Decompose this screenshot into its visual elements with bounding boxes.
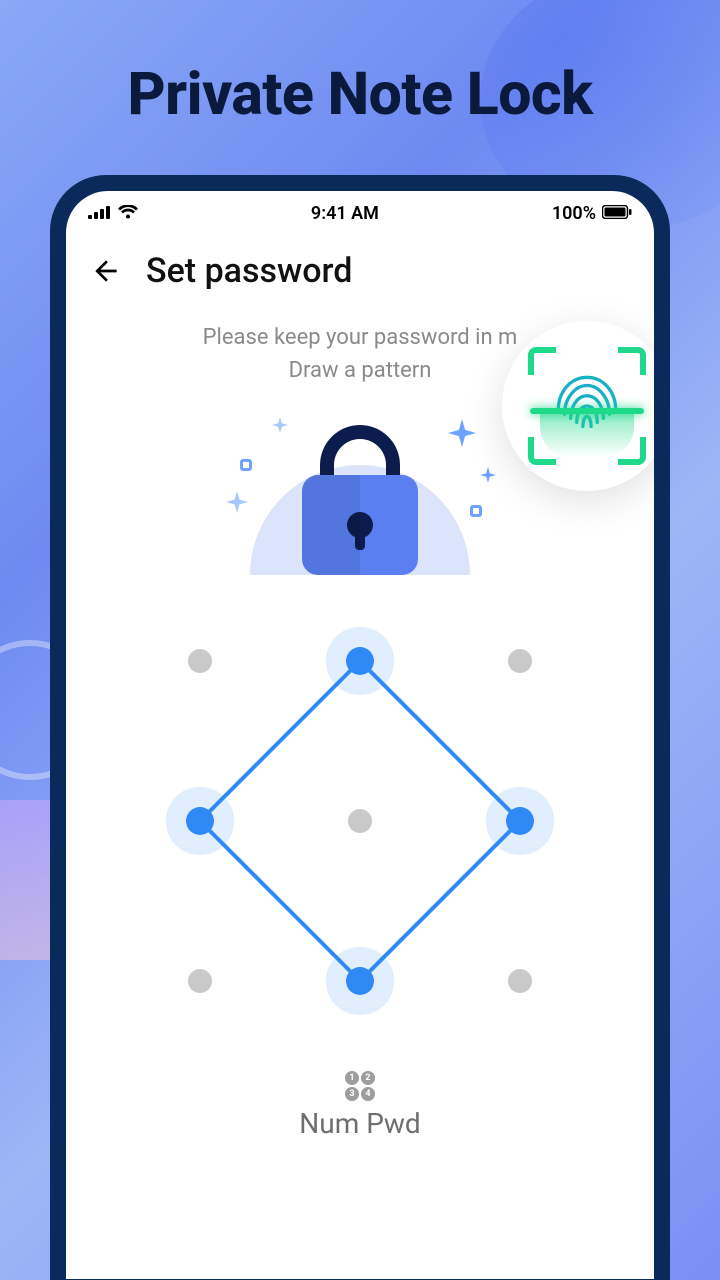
status-bar: 9:41 AM 100% (66, 191, 654, 235)
numpad-icon: 1234 (345, 1071, 375, 1101)
pattern-node[interactable] (188, 649, 212, 673)
status-time: 9:41 AM (311, 203, 379, 224)
wifi-icon (118, 203, 138, 224)
fingerprint-button[interactable] (502, 321, 654, 491)
pattern-lock[interactable] (170, 631, 550, 1011)
promo-headline: Private Note Lock (0, 60, 720, 129)
battery-percent: 100% (552, 203, 596, 224)
pattern-node[interactable] (346, 647, 374, 675)
lock-icon (347, 512, 373, 538)
pattern-node[interactable] (508, 649, 532, 673)
arrow-left-icon (90, 255, 122, 287)
lock-illustration (230, 395, 490, 575)
pattern-node[interactable] (188, 969, 212, 993)
pattern-node[interactable] (348, 809, 372, 833)
screen: 9:41 AM 100% Set password Please keep yo… (66, 191, 654, 1279)
numpwd-toggle[interactable]: 1234 Num Pwd (66, 1071, 654, 1140)
app-header: Set password (66, 235, 654, 299)
pattern-node[interactable] (508, 969, 532, 993)
pattern-node[interactable] (186, 807, 214, 835)
numpwd-label: Num Pwd (66, 1107, 654, 1140)
page-title: Set password (146, 251, 352, 291)
back-button[interactable] (90, 255, 122, 287)
battery-icon (602, 203, 632, 224)
cellular-icon (88, 203, 110, 224)
pattern-node[interactable] (506, 807, 534, 835)
pattern-node[interactable] (346, 967, 374, 995)
phone-frame: 9:41 AM 100% Set password Please keep yo… (50, 175, 670, 1280)
